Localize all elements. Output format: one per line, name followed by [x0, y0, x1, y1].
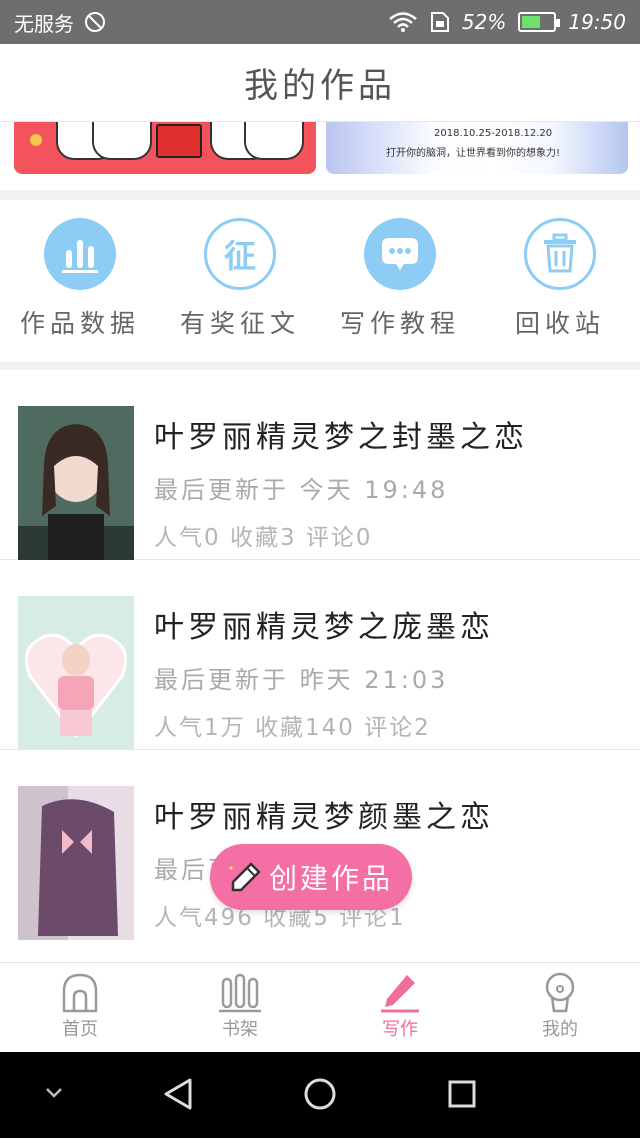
- work-stats: 人气0 收藏3 评论0: [154, 525, 373, 551]
- tab-label: 我的: [542, 1019, 578, 1040]
- banner-tagline: 打开你的脑洞，让世界看到你的想象力!: [386, 148, 561, 159]
- battery-percent: 52%: [461, 10, 507, 34]
- cartoon-figure-image: [92, 122, 152, 160]
- work-cover-image: [18, 786, 134, 940]
- feature-recycle-bin[interactable]: 回收站: [480, 200, 640, 362]
- feature-works-data[interactable]: 作品数据: [0, 200, 160, 362]
- bottom-tab-bar: 首页 书架 写作 我的: [0, 962, 640, 1052]
- banner-date: 2018.10.25-2018.12.20: [434, 128, 553, 139]
- banner-red-envelope[interactable]: [14, 122, 316, 174]
- work-item[interactable]: 叶罗丽精灵梦之封墨之恋 最后更新于 今天 19:48 人气0 收藏3 评论0: [0, 370, 640, 560]
- work-item[interactable]: 叶罗丽精灵梦之庞墨恋 最后更新于 昨天 21:03 人气1万 收藏140 评论2: [0, 560, 640, 750]
- feature-writing-tutorial[interactable]: 写作教程: [320, 200, 480, 362]
- feature-shortcuts: 作品数据 征 有奖征文 写作教程 回收站: [0, 200, 640, 362]
- profile-icon: [545, 972, 575, 1013]
- work-title: 叶罗丽精灵梦之庞墨恋: [154, 610, 494, 645]
- work-title: 叶罗丽精灵梦颜墨之恋: [154, 800, 494, 835]
- carrier-text: 无服务: [14, 11, 74, 36]
- feature-contest[interactable]: 征 有奖征文: [160, 200, 320, 362]
- system-nav-bar: [0, 1052, 640, 1138]
- work-stats: 人气1万 收藏140 评论2: [154, 715, 431, 741]
- create-work-button[interactable]: 创建作品: [210, 844, 412, 910]
- tab-bookshelf[interactable]: 书架: [160, 963, 320, 1052]
- clock: 19:50: [568, 10, 626, 34]
- red-envelope-image: [156, 124, 202, 158]
- bar-chart-icon: [44, 218, 116, 290]
- feature-label: 回收站: [514, 309, 605, 338]
- create-work-label: 创建作品: [268, 862, 393, 895]
- no-sim-icon: [85, 12, 105, 32]
- pen-icon: [381, 975, 419, 1013]
- coin-image: [30, 134, 42, 146]
- back-icon[interactable]: [160, 1076, 196, 1112]
- bookshelf-icon: [219, 973, 261, 1013]
- tab-home[interactable]: 首页: [0, 963, 160, 1052]
- work-updated: 最后更新于 今天 19:48: [154, 476, 449, 504]
- contest-glyph: 征: [223, 237, 256, 275]
- recents-icon[interactable]: [446, 1078, 478, 1110]
- work-cover-image: [18, 596, 134, 750]
- banner-carousel[interactable]: 2018.10.25-2018.12.20 打开你的脑洞，让世界看到你的想象力!: [0, 122, 640, 190]
- wifi-icon: [389, 12, 417, 32]
- tab-label: 书架: [222, 1019, 258, 1040]
- feature-label: 有奖征文: [179, 309, 300, 338]
- contest-icon: 征: [204, 218, 276, 290]
- home-icon: [62, 973, 98, 1013]
- title-bar: 我的作品: [0, 44, 640, 122]
- pencil-icon: [229, 862, 261, 892]
- trash-icon: [524, 218, 596, 290]
- chat-bubble-icon: [364, 218, 436, 290]
- home-button-icon[interactable]: [302, 1076, 338, 1112]
- chevron-down-icon[interactable]: [44, 1086, 64, 1100]
- work-title: 叶罗丽精灵梦之封墨之恋: [154, 420, 528, 455]
- feature-label: 作品数据: [19, 309, 140, 338]
- battery-icon: [518, 12, 561, 32]
- tab-profile[interactable]: 我的: [480, 963, 640, 1052]
- tab-label: 首页: [62, 1019, 98, 1040]
- status-bar: 无服务 52% 19:50: [0, 0, 640, 44]
- banner-contest[interactable]: 2018.10.25-2018.12.20 打开你的脑洞，让世界看到你的想象力!: [326, 122, 628, 174]
- work-cover-image: [18, 406, 134, 560]
- tab-write[interactable]: 写作: [320, 963, 480, 1052]
- feature-label: 写作教程: [339, 309, 460, 338]
- sim-icon: [430, 12, 449, 32]
- work-updated: 最后更新于 昨天 21:03: [154, 666, 449, 694]
- cartoon-figure-image: [244, 122, 304, 160]
- page-title: 我的作品: [244, 66, 396, 106]
- tab-label: 写作: [382, 1019, 418, 1040]
